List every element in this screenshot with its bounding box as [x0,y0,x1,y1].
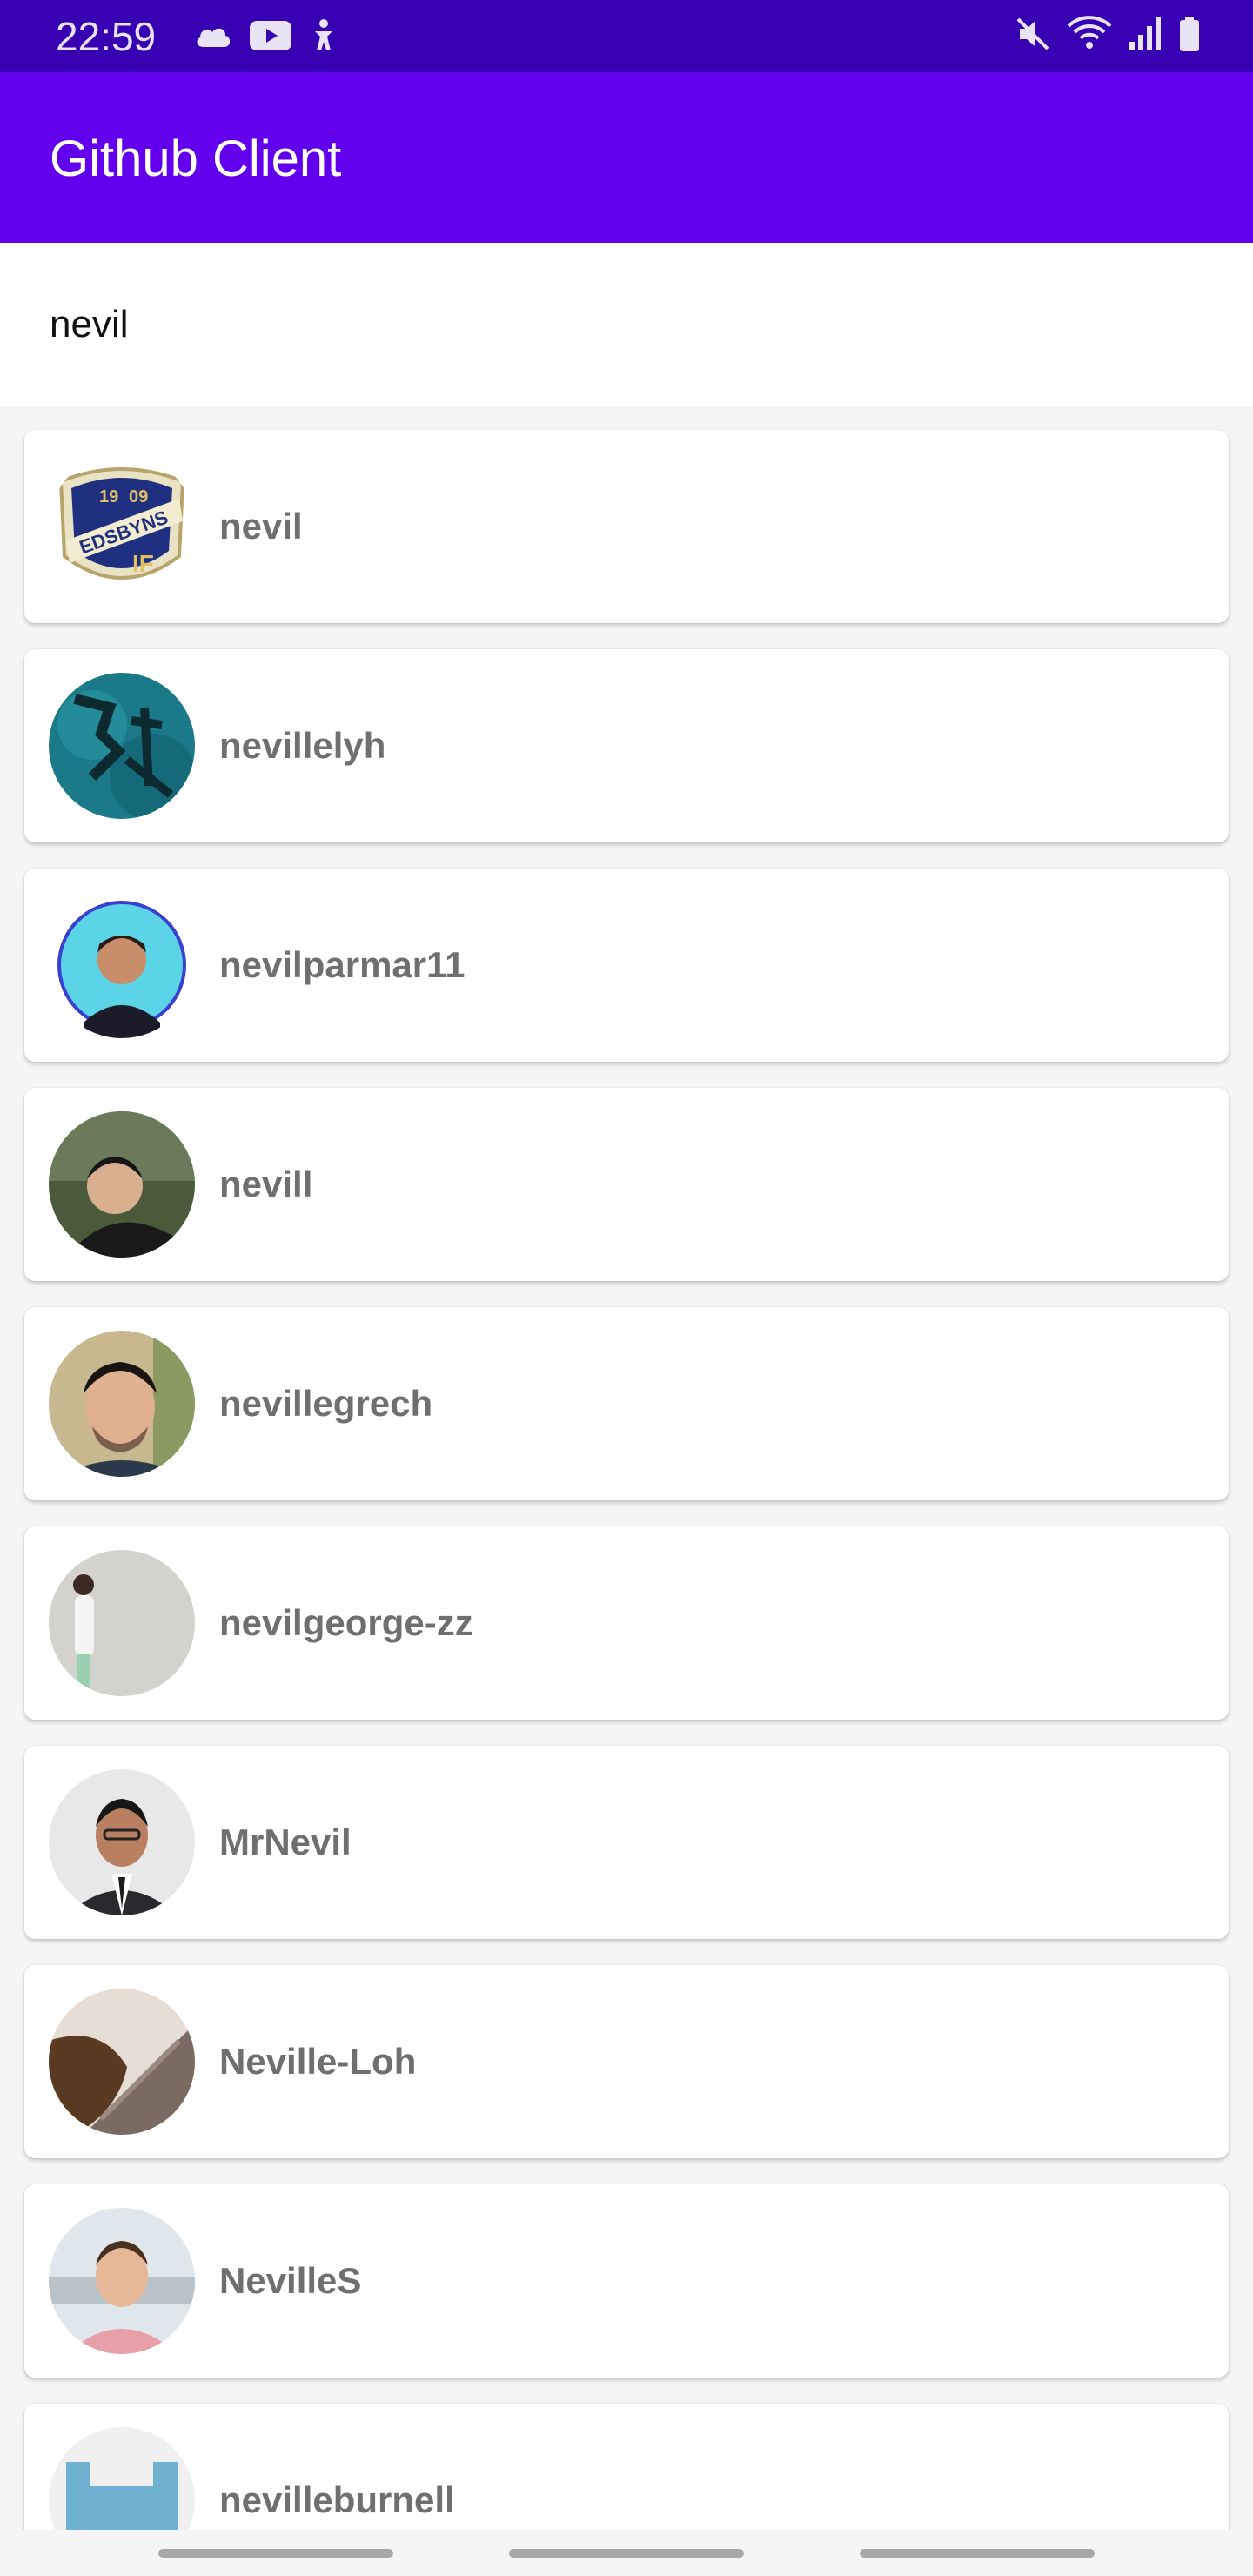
user-card-nevilparmar11[interactable]: nevilparmar11 [24,869,1229,1062]
avatar [49,1111,195,1258]
user-card-nevilgeorge-zz[interactable]: nevilgeorge-zz [24,1526,1229,1720]
nav-back-button[interactable] [860,2549,1095,2558]
user-login: nevill [219,1164,313,1204]
avatar [49,2208,195,2354]
user-card-nevillegrech[interactable]: nevillegrech [24,1307,1229,1500]
status-bar: 22:59 [0,0,1253,72]
user-login: nevillelyh [219,725,386,766]
user-login: nevilparmar11 [219,944,466,985]
user-card-nevillelyh[interactable]: nevillelyh [24,649,1229,842]
user-card-neville-loh[interactable]: Neville-Loh [24,1965,1229,2158]
wifi-icon [1067,16,1112,52]
user-list: EDSBYNS 19 09 IF nevil nevillelyh nevilp… [24,430,1229,2576]
navigation-bar [0,2530,1253,2576]
user-card-nevill[interactable]: nevill [24,1088,1229,1281]
avatar [49,1331,195,1477]
avatar [49,673,195,819]
cloud-icon [193,23,233,49]
svg-text:09: 09 [129,487,148,506]
user-login: NevilleS [219,2260,362,2301]
user-login: nevilgeorge-zz [219,1602,473,1643]
search-input[interactable] [50,292,1181,358]
user-login: MrNevil [219,1821,352,1862]
user-card-mrnevil[interactable]: MrNevil [24,1746,1229,1939]
app-bar: Github Client [0,72,1253,243]
nav-recents-button[interactable] [158,2549,393,2558]
avatar [49,1989,195,2135]
svg-text:19: 19 [99,487,118,506]
screen: 22:59 Github Client nevil EDSBYNS 19 09 … [0,0,1253,2576]
accessibility-icon [308,17,339,54]
user-card-nevilles[interactable]: NevilleS [24,2184,1229,2378]
avatar [49,1769,195,1915]
mute-icon [1015,16,1051,52]
status-time: 22:59 [56,14,157,59]
status-left-icons [193,17,339,54]
status-right-icons [1015,16,1201,52]
avatar [49,1550,195,1696]
avatar [49,892,195,1038]
search-bar [0,243,1253,406]
youtube-icon [249,20,292,51]
user-login: Neville-Loh [219,2041,417,2082]
app-title: Github Client [50,131,342,187]
battery-icon [1178,16,1201,52]
user-login: nevil [219,506,303,547]
nav-home-button[interactable] [509,2549,744,2558]
user-login: nevillegrech [219,1383,433,1424]
user-card-nevil[interactable]: EDSBYNS 19 09 IF nevil [24,430,1229,623]
svg-text:IF: IF [132,550,154,577]
user-login: nevilleburnell [219,2479,455,2520]
avatar: EDSBYNS 19 09 IF [49,453,195,600]
signal-icon [1128,16,1163,52]
